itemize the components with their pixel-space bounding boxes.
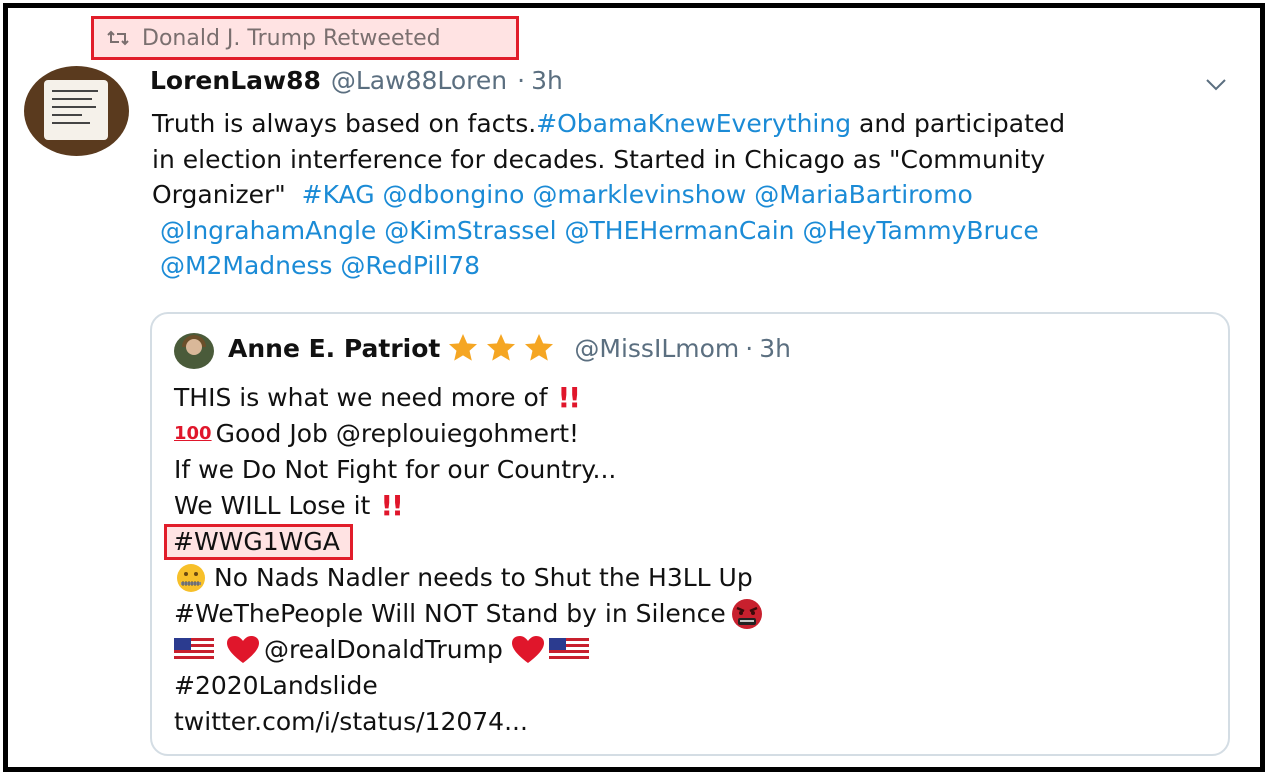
quote-line: #WeThePeople Will NOT Stand by in Silenc… (174, 596, 766, 632)
header-separator: · (745, 333, 754, 363)
angry-face-icon (731, 599, 762, 629)
header-separator: · (517, 66, 526, 95)
star-icon (487, 334, 516, 361)
quoted-author-name[interactable]: Anne E. Patriot (228, 334, 440, 363)
quote-line: twitter.com/i/status/12074... (174, 704, 766, 740)
status-link[interactable]: twitter.com/i/status/12074... (174, 704, 528, 740)
quoted-author-avatar[interactable] (174, 333, 214, 369)
quote-line: #WWG1WGA (164, 524, 766, 560)
quote-line: We WILL Lose it !! (174, 489, 404, 522)
quoted-tweet-header: Anne E. Patriot @MissILmom · 3h (228, 332, 791, 364)
star-icon (449, 334, 478, 361)
quote-line: #2020Landslide (174, 668, 766, 704)
quote-line: No Nads Nadler needs to Shut the H3LL Up (174, 560, 766, 596)
quote-line: THIS is what we need more of !! (174, 381, 581, 414)
retweet-icon (107, 30, 129, 46)
mention-link[interactable]: @realDonaldTrump (264, 632, 511, 668)
tweet-text: Truth is always based on facts.#ObamaKne… (152, 106, 1237, 284)
double-exclamation-icon: !! (380, 489, 404, 522)
quote-line: @realDonaldTrump (174, 632, 766, 668)
author-name[interactable]: LorenLaw88 (150, 66, 321, 95)
author-handle[interactable]: @Law88Loren (331, 66, 507, 95)
quoted-tweet-card[interactable]: Anne E. Patriot @MissILmom · 3h THIS is … (150, 312, 1230, 756)
highlighted-hashtag[interactable]: #WWG1WGA (164, 524, 353, 560)
quoted-tweet-time[interactable]: 3h (759, 334, 791, 363)
zipper-mouth-face-icon (177, 564, 205, 592)
author-avatar[interactable] (24, 66, 129, 156)
quote-line: 100 Good Job @replouiegohmert! (174, 416, 766, 452)
chevron-down-icon[interactable] (1203, 74, 1229, 94)
star-icon (525, 334, 554, 361)
heart-icon (511, 636, 544, 663)
mention-links[interactable]: @IngrahamAngle @KimStrassel @THEHermanCa… (152, 213, 1237, 249)
star-emojis (446, 332, 556, 364)
double-exclamation-icon: !! (557, 381, 581, 414)
us-flag-icon (548, 638, 589, 662)
mention-links[interactable]: #KAG @dbongino @marklevinshow @MariaBart… (302, 180, 973, 209)
quoted-tweet-text: THIS is what we need more of !! 100 Good… (164, 380, 766, 740)
hundred-points-icon: 100 (174, 423, 212, 444)
hashtag[interactable]: #2020Landslide (174, 668, 378, 704)
retweet-banner[interactable]: Donald J. Trump Retweeted (91, 16, 519, 60)
us-flag-icon (174, 638, 214, 662)
quote-line: If we Do Not Fight for our Country... (174, 455, 617, 484)
tweet-time[interactable]: 3h (531, 66, 563, 95)
quoted-author-handle[interactable]: @MissILmom (574, 334, 739, 363)
hashtag-link[interactable]: #ObamaKnewEverything (536, 109, 851, 138)
heart-icon (227, 636, 259, 663)
retweet-banner-label: Donald J. Trump Retweeted (142, 25, 441, 51)
tweet-header: LorenLaw88 @Law88Loren · 3h (150, 66, 563, 95)
mention-links[interactable]: @M2Madness @RedPill78 (152, 248, 1237, 284)
